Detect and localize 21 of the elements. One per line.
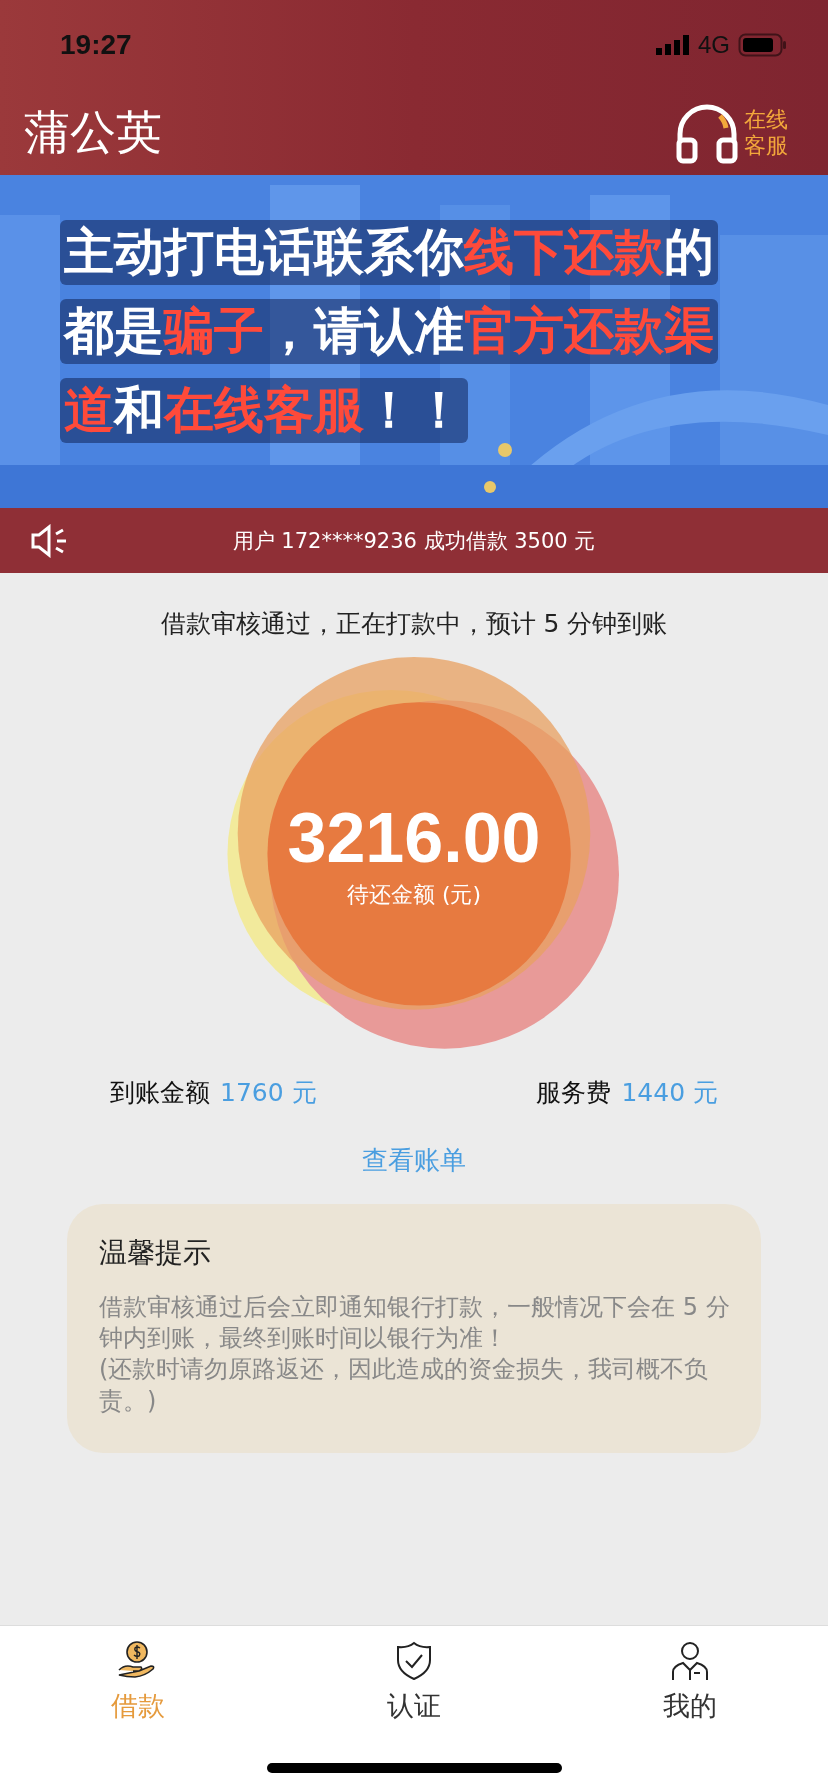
signal-icon — [656, 35, 690, 55]
status-time: 19:27 — [60, 29, 132, 61]
person-icon — [669, 1640, 711, 1682]
stat-label: 服务费 — [536, 1077, 612, 1109]
battery-icon — [738, 33, 788, 57]
ticker-text: 用户 172****9236 成功借款 3500 元 — [231, 527, 597, 555]
view-bill-link[interactable]: 查看账单 — [362, 1143, 466, 1178]
notice-text: (还款时请勿原路返还，因此造成的资金损失，我司概不负责。) — [99, 1354, 710, 1417]
notice-title: 温馨提示 — [99, 1235, 212, 1271]
stat-value: 1440 元 — [621, 1077, 718, 1109]
notice-text: 借款审核通过后会立即通知银行打款，一般情况下会在 5 分钟内到账，最终到账时间以银行为准！ — [99, 1292, 731, 1355]
status-message: 借款审核通过，正在打款中，预计 5 分钟到账 — [160, 608, 668, 640]
amount-label: 待还金额 (元) — [346, 881, 482, 909]
app-title: 蒲公英 — [24, 103, 162, 161]
network-label: 4G — [698, 31, 730, 59]
tab-item[interactable]: 我的 — [635, 1634, 745, 1755]
stat-label: 到账金额 — [110, 1077, 210, 1109]
amount-value: 3216.00 — [287, 798, 541, 878]
tab-item[interactable]: 认证 — [359, 1634, 469, 1755]
stat-value: 1760 元 — [220, 1077, 317, 1109]
support-link[interactable]: 在线客服 — [744, 107, 792, 158]
